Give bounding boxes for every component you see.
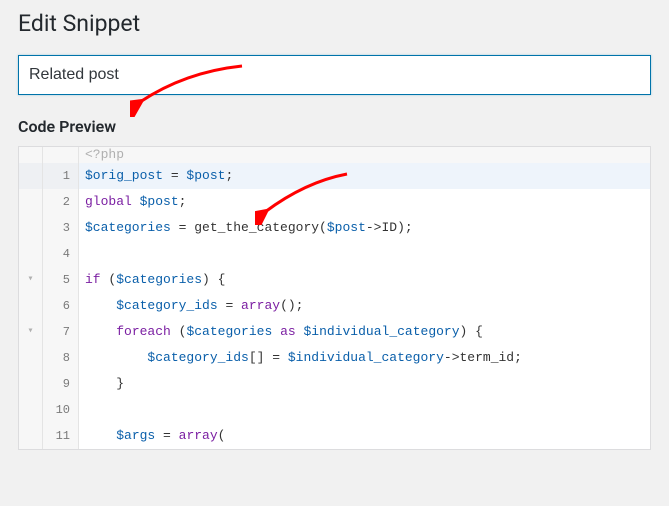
code-token: $category_ids [147,350,248,365]
snippet-name-row [0,55,669,95]
code-token: (); [280,298,303,313]
code-token: $orig_post [85,168,163,183]
code-token: ->ID); [366,220,413,235]
line-content[interactable]: $category_ids[] = $individual_category->… [79,345,650,371]
code-line[interactable]: 10 [19,397,650,423]
code-token: array [241,298,280,313]
code-token: $individual_category [288,350,444,365]
code-token [132,194,140,209]
fold-toggle-icon [19,397,43,423]
code-token: ( [218,428,226,443]
fold-toggle-icon[interactable]: ▾ [19,267,43,293]
code-line[interactable]: 4 [19,241,650,267]
code-token: [] = [249,350,288,365]
fold-toggle-icon[interactable]: ▾ [19,319,43,345]
code-token: $categories [116,272,202,287]
fold-toggle-icon [19,345,43,371]
line-content[interactable]: $orig_post = $post; [79,163,650,189]
snippet-name-input[interactable] [18,55,651,95]
line-content[interactable] [79,241,650,267]
code-token [272,324,280,339]
code-lines-container: 1$orig_post = $post;2global $post;3$cate… [19,163,650,449]
fold-toggle-icon [19,293,43,319]
readonly-prefix-text: <?php [79,147,650,163]
code-token: if [85,272,101,287]
code-token: = [155,428,178,443]
code-token: $categories [186,324,272,339]
code-token [85,298,116,313]
code-line[interactable]: 1$orig_post = $post; [19,163,650,189]
code-token: ->term_id; [444,350,522,365]
fold-toggle-icon [19,163,43,189]
fold-toggle-icon [19,215,43,241]
code-line[interactable]: 11 $args = array( [19,423,650,449]
line-number: 5 [43,267,79,293]
code-line[interactable]: 2global $post; [19,189,650,215]
code-token [85,324,116,339]
code-line[interactable]: 3$categories = get_the_category($post->I… [19,215,650,241]
code-token: } [85,376,124,391]
code-line[interactable]: ▾5if ($categories) { [19,267,650,293]
gutter-number [43,147,79,163]
code-token [85,428,116,443]
code-token [85,350,147,365]
code-line[interactable]: ▾7 foreach ($categories as $individual_c… [19,319,650,345]
code-line[interactable]: 6 $category_ids = array(); [19,293,650,319]
line-content[interactable]: $category_ids = array(); [79,293,650,319]
page-title: Edit Snippet [18,10,651,37]
code-token: array [179,428,218,443]
line-number: 1 [43,163,79,189]
line-number: 6 [43,293,79,319]
code-token: ) { [202,272,225,287]
code-line[interactable]: 8 $category_ids[] = $individual_category… [19,345,650,371]
line-number: 4 [43,241,79,267]
code-token: ; [179,194,187,209]
code-token: $categories [85,220,171,235]
line-number: 7 [43,319,79,345]
code-preview-heading: Code Preview [0,95,669,146]
code-token: $category_ids [116,298,217,313]
fold-toggle-icon [19,423,43,449]
fold-toggle-icon [19,371,43,397]
code-token: as [280,324,296,339]
code-token: = [163,168,186,183]
fold-toggle-icon [19,189,43,215]
line-content[interactable]: } [79,371,650,397]
line-content[interactable] [79,397,650,423]
line-number: 10 [43,397,79,423]
line-content[interactable]: $categories = get_the_category($post->ID… [79,215,650,241]
line-content[interactable]: if ($categories) { [79,267,650,293]
code-token: $individual_category [304,324,460,339]
code-token: = [218,298,241,313]
line-number: 9 [43,371,79,397]
code-token: = get_the_category( [171,220,327,235]
code-token: ; [225,168,233,183]
fold-toggle-icon [19,241,43,267]
code-token: $post [140,194,179,209]
line-content[interactable]: $args = array( [79,423,650,449]
readonly-prefix-row: <?php [19,147,650,163]
code-token: ) { [460,324,483,339]
code-token: ( [101,272,117,287]
code-token: ( [171,324,187,339]
code-token: foreach [116,324,171,339]
line-content[interactable]: global $post; [79,189,650,215]
code-token: $post [186,168,225,183]
code-editor[interactable]: <?php 1$orig_post = $post;2global $post;… [18,146,651,450]
code-token: global [85,194,132,209]
line-number: 3 [43,215,79,241]
line-number: 2 [43,189,79,215]
page-header: Edit Snippet [0,0,669,55]
line-number: 11 [43,423,79,449]
line-content[interactable]: foreach ($categories as $individual_cate… [79,319,650,345]
code-token: $post [327,220,366,235]
gutter-fold [19,147,43,163]
code-token [296,324,304,339]
code-token: $args [116,428,155,443]
line-number: 8 [43,345,79,371]
code-line[interactable]: 9 } [19,371,650,397]
